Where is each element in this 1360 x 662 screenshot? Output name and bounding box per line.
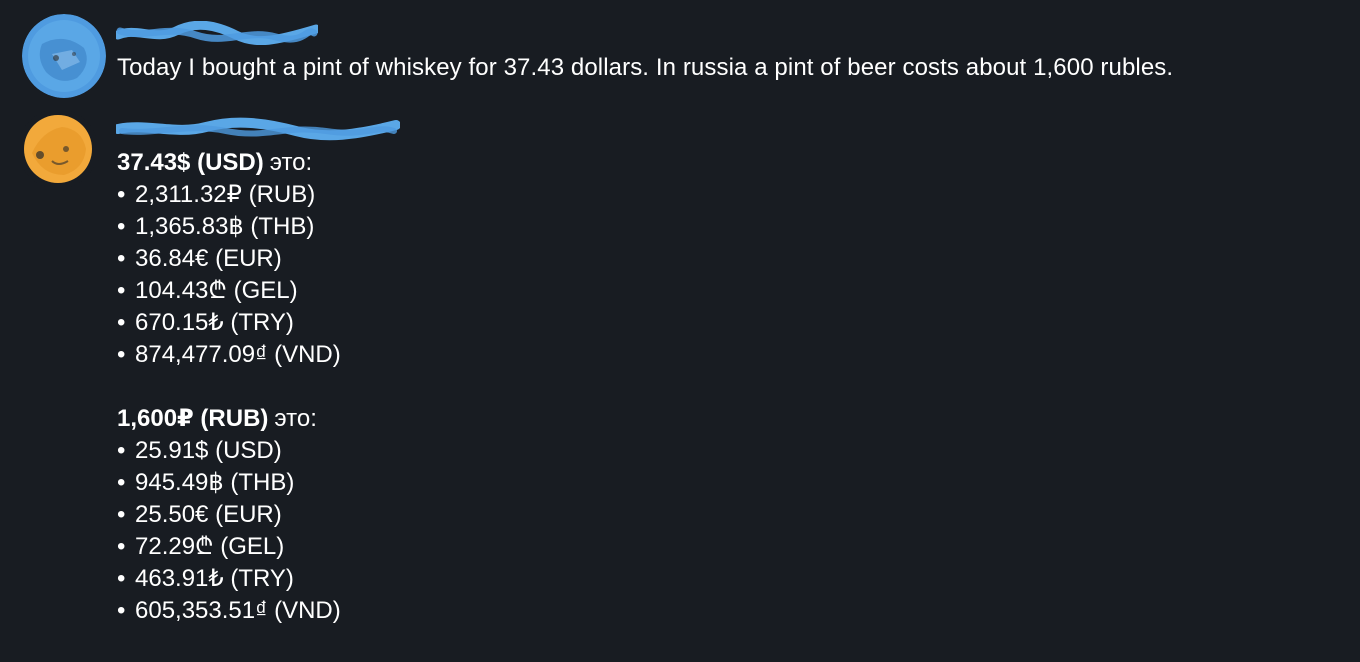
conversion-suffix: это: [269, 149, 313, 176]
redacted-bot-name[interactable] [113, 117, 401, 141]
redacted-author-name[interactable] [113, 20, 321, 46]
converted-value: 25.50€ (EUR) [135, 501, 282, 528]
conversion-block-usd: 37.43$ (USD) это: • 2,311.32₽ (RUB) • 1,365… [117, 147, 341, 371]
bullet: • [117, 341, 126, 368]
conversion-title: 1,600₽ (RUB) это: [117, 403, 341, 435]
list-item: • 605,353.51₫ (VND) [117, 595, 341, 627]
conversion-block-rub: 1,600₽ (RUB) это: • 25.91$ (USD) • 945.49฿ … [117, 403, 341, 627]
conversion-amount: 1,600₽ (RUB) [117, 405, 269, 432]
bullet: • [117, 277, 126, 304]
list-item: • 25.91$ (USD) [117, 435, 341, 467]
list-item: • 670.15₺ (TRY) [117, 307, 341, 339]
message-text: Today I bought a pint of whiskey for 37.… [117, 54, 1174, 81]
list-item: • 2,311.32₽ (RUB) [117, 179, 341, 211]
converted-value: 2,311.32₽ (RUB) [135, 181, 316, 208]
converted-value: 36.84€ (EUR) [135, 245, 282, 272]
list-item: • 25.50€ (EUR) [117, 499, 341, 531]
redaction-scribble [113, 117, 401, 141]
list-item: • 463.91₺ (TRY) [117, 563, 341, 595]
converted-value: 1,365.83฿ (THB) [135, 213, 315, 240]
blue-avatar-icon [22, 14, 106, 98]
bullet: • [117, 597, 126, 624]
bullet: • [117, 565, 126, 592]
bullet: • [117, 533, 126, 560]
user-avatar[interactable] [22, 14, 106, 98]
converted-value: 670.15₺ (TRY) [135, 309, 294, 336]
converted-value: 605,353.51₫ (VND) [135, 597, 341, 624]
bullet: • [117, 469, 126, 496]
converted-value: 945.49฿ (THB) [135, 469, 295, 496]
list-item: • 36.84€ (EUR) [117, 243, 341, 275]
bullet: • [117, 437, 126, 464]
conversion-suffix: это: [274, 405, 317, 432]
list-item: • 72.29₾ (GEL) [117, 531, 341, 563]
bullet: • [117, 213, 126, 240]
bullet: • [117, 309, 126, 336]
converted-value: 104.43₾ (GEL) [135, 277, 298, 304]
converted-value: 72.29₾ (GEL) [135, 533, 285, 560]
converted-value: 874,477.09₫ (VND) [135, 341, 341, 368]
converted-value: 25.91$ (USD) [135, 437, 282, 464]
bot-avatar[interactable] [18, 109, 98, 189]
list-item: • 1,365.83฿ (THB) [117, 211, 341, 243]
redaction-scribble [113, 20, 321, 46]
converted-value: 463.91₺ (TRY) [135, 565, 294, 592]
conversion-title: 37.43$ (USD) это: [117, 147, 341, 179]
bullet: • [117, 501, 126, 528]
list-item: • 874,477.09₫ (VND) [117, 339, 341, 371]
bullet: • [117, 181, 126, 208]
orange-avatar-icon [18, 109, 98, 189]
bullet: • [117, 245, 126, 272]
list-item: • 945.49฿ (THB) [117, 467, 341, 499]
list-item: • 104.43₾ (GEL) [117, 275, 341, 307]
conversion-amount: 37.43$ (USD) [117, 149, 264, 176]
